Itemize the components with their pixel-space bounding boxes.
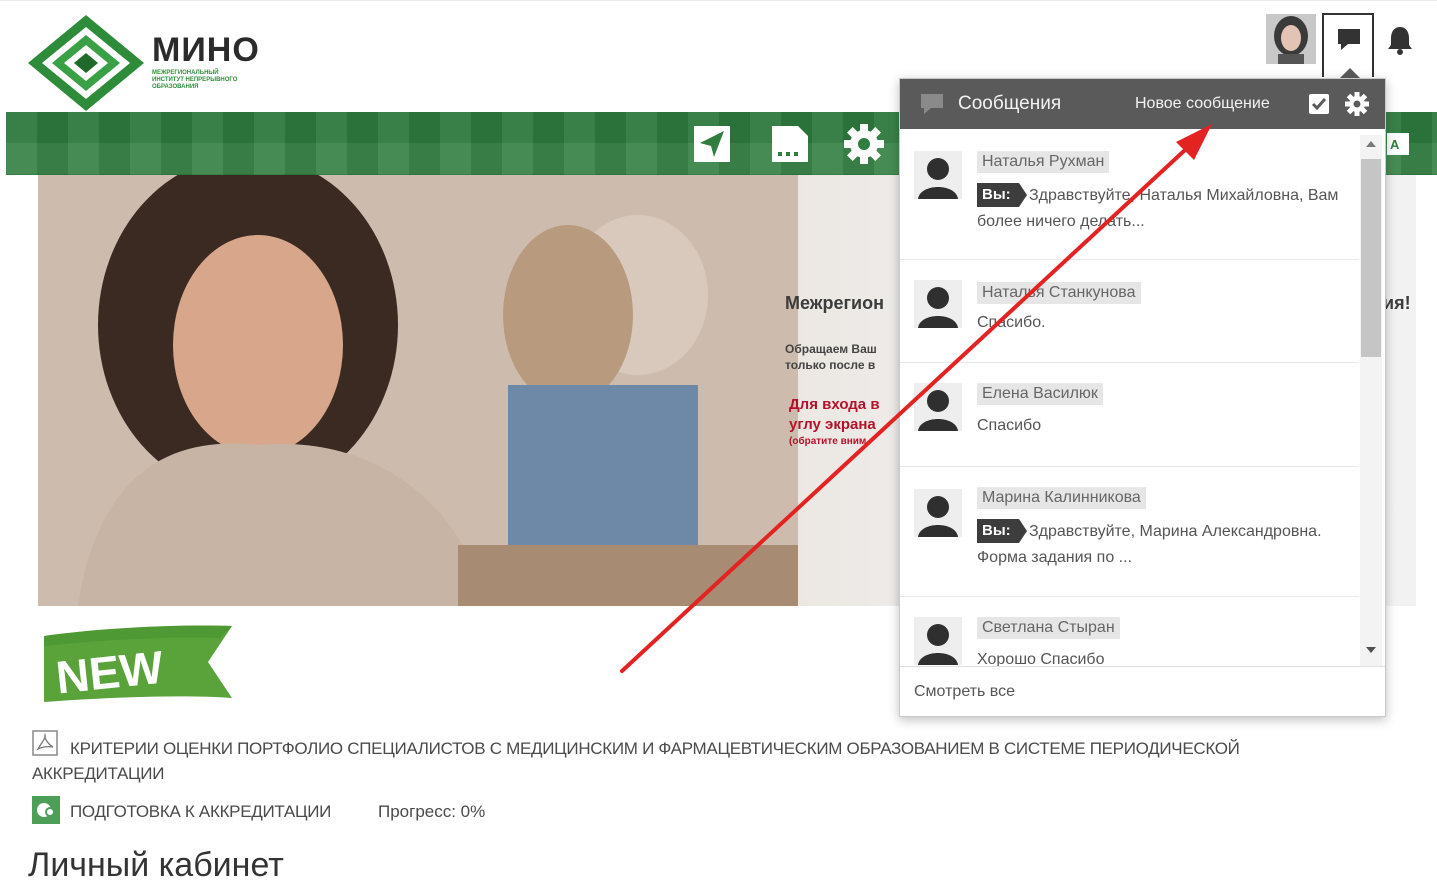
messages-scrollbar[interactable]: [1360, 135, 1382, 667]
scroll-up-arrow-icon[interactable]: [1366, 141, 1376, 147]
popover-caret: [1340, 68, 1360, 78]
mark-all-read-button[interactable]: [1309, 94, 1329, 114]
message-preview: Здравствуйте, Наталья Михайловна, Вам бо…: [977, 187, 1339, 230]
gear-icon[interactable]: [842, 122, 886, 166]
accreditation-link[interactable]: ПОДГОТОВКА К АККРЕДИТАЦИИ: [70, 802, 331, 822]
contact-avatar: [914, 151, 962, 199]
page-title: Личный кабинет: [28, 846, 284, 884]
contact-name: Светлана Стыран: [977, 617, 1120, 639]
new-message-link[interactable]: Новое сообщение: [1135, 95, 1270, 113]
contact-avatar: [914, 489, 962, 537]
hero-title: Межрегион: [785, 293, 884, 313]
popover-header: Сообщения Новое сообщение: [900, 79, 1385, 129]
sd-card-icon[interactable]: [768, 122, 812, 166]
popover-title: Сообщения: [958, 93, 1062, 114]
hero-notice-small: (обратите вним: [789, 436, 867, 447]
logo-diamond-icon: [28, 15, 144, 111]
message-item[interactable]: Елена Василюк Спасибо: [900, 363, 1358, 467]
contact-avatar: [914, 383, 962, 431]
check-icon: [1311, 98, 1327, 111]
hero-subtitle: Обращаем Ваш только после в: [785, 342, 877, 372]
messages-icon: [920, 93, 944, 115]
contact-name: Марина Калинникова: [977, 487, 1146, 509]
contact-name: Наталья Станкунова: [977, 282, 1141, 304]
contact-avatar: [914, 280, 962, 328]
popover-footer: Смотреть все: [900, 666, 1385, 716]
hero-title-end: ия!: [1383, 293, 1411, 313]
portfolio-criteria-link[interactable]: КРИТЕРИИ ОЦЕНКИ ПОРТФОЛИО СПЕЦИАЛИСТОВ С…: [32, 736, 1312, 786]
contact-name: Наталья Рухман: [977, 151, 1110, 173]
logo-title: МИНО: [152, 31, 260, 69]
contact-avatar: [914, 617, 962, 665]
message-item[interactable]: Светлана Стыран Хорошо Спасибо: [900, 597, 1358, 666]
message-preview: Здравствуйте, Марина Александровна. Форм…: [977, 523, 1322, 566]
new-badge: NEW: [40, 622, 240, 706]
message-preview: Хорошо Спасибо: [977, 651, 1105, 666]
scroll-down-arrow-icon[interactable]: [1366, 647, 1376, 653]
message-item[interactable]: Марина Калинникова Вы: Здравствуйте, Мар…: [900, 467, 1358, 597]
logo-subtitle: межрегиональный институт непрерывного об…: [152, 70, 238, 90]
contact-name: Елена Василюк: [977, 383, 1103, 405]
message-item[interactable]: Наталья Станкунова Спасибо.: [900, 260, 1358, 363]
course-icon: [32, 796, 60, 824]
messages-popover: Сообщения Новое сообщение Наталья Рухман…: [899, 78, 1386, 717]
messages-list: Наталья Рухман Вы: Здравствуйте, Наталья…: [900, 129, 1358, 666]
students-photo: [38, 175, 798, 606]
course-progress: Прогресс: 0%: [378, 802, 486, 821]
send-icon[interactable]: [690, 122, 734, 166]
mino-logo[interactable]: МИНО межрегиональный институт непрерывно…: [28, 13, 278, 113]
gear-icon: [1345, 92, 1369, 116]
scrollbar-thumb[interactable]: [1361, 159, 1381, 357]
message-settings-button[interactable]: [1344, 91, 1370, 117]
svg-text:A: A: [1390, 137, 1400, 152]
hero-login-notice: Для входа в углу экрана: [789, 396, 880, 433]
notifications-button[interactable]: [1382, 21, 1418, 61]
message-item[interactable]: Наталья Рухман Вы: Здравствуйте, Наталья…: [900, 129, 1358, 260]
user-avatar[interactable]: [1266, 14, 1316, 64]
view-all-link[interactable]: Смотреть все: [914, 683, 1015, 701]
message-preview: Спасибо.: [977, 314, 1046, 331]
messages-icon: [1338, 29, 1360, 50]
accreditation-course-item: ПОДГОТОВКА К АККРЕДИТАЦИИ Прогресс: 0%: [32, 796, 632, 826]
message-preview: Спасибо: [977, 417, 1042, 434]
translate-icon[interactable]: A: [1386, 132, 1410, 156]
bell-icon: [1388, 27, 1412, 55]
